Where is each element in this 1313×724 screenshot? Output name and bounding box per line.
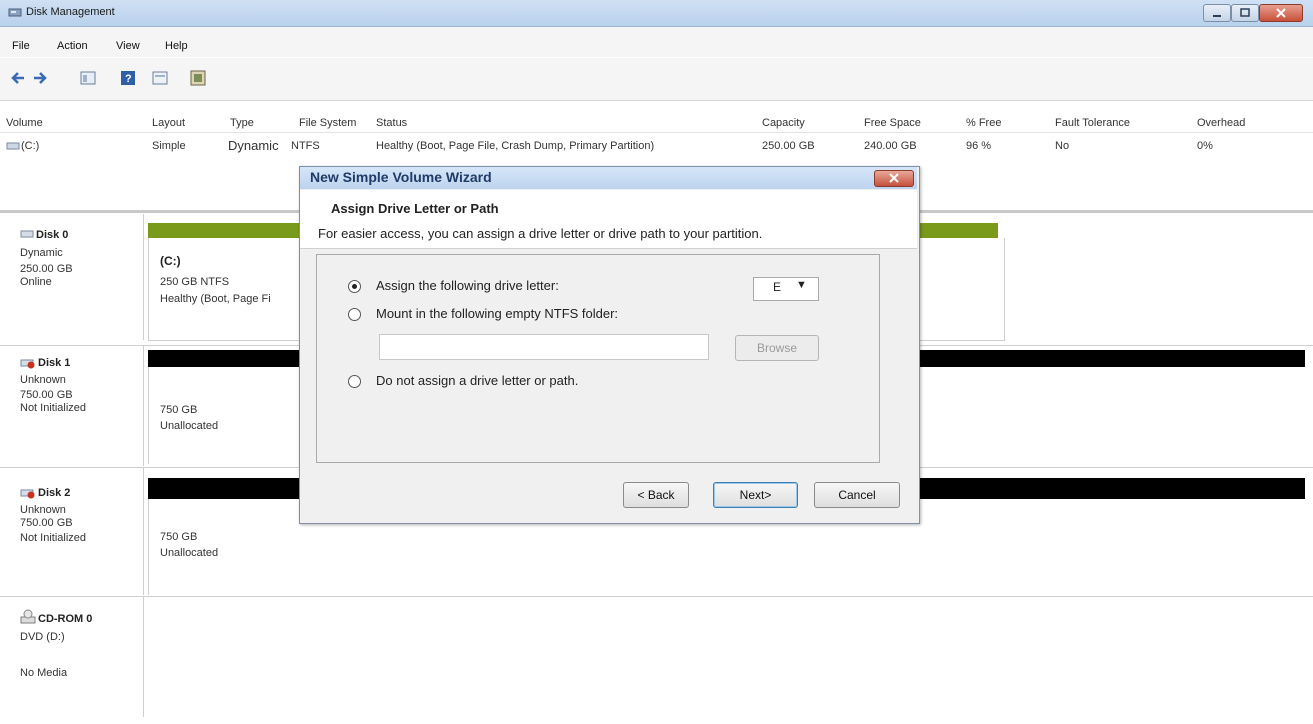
col-fault-tolerance[interactable]: Fault Tolerance [1055,117,1130,129]
row-fault-tolerance: No [1055,140,1070,152]
disk-0-partition-fs: 250 GB NTFS [160,276,230,288]
help-icon[interactable]: ? [120,70,136,86]
disk-2-size: 750.00 GB [20,517,73,529]
row-divider [0,596,1313,597]
wizard-heading: Assign Drive Letter or Path [331,201,499,216]
disk-1-kind: Unknown [20,374,66,386]
mount-folder-label[interactable]: Mount in the following empty NTFS folder… [376,306,618,321]
minimize-button[interactable] [1203,4,1231,22]
disk-error-icon [20,487,36,499]
wizard-close-button[interactable] [874,170,914,187]
back-arrow-icon[interactable] [10,70,26,86]
cdrom-icon [20,609,36,625]
svg-text:?: ? [125,73,132,85]
maximize-button[interactable] [1231,4,1259,22]
col-overhead[interactable]: Overhead [1197,117,1245,129]
wizard-description: For easier access, you can assign a driv… [318,226,763,241]
next-button[interactable]: Next> [713,482,798,508]
col-capacity[interactable]: Capacity [762,117,805,129]
disk-0-name: Disk 0 [36,229,69,241]
col-file-system[interactable]: File System [299,117,356,129]
close-button[interactable] [1259,4,1303,22]
drive-letter-select[interactable] [753,277,819,301]
disk-1-partition-size: 750 GB [160,404,198,416]
disk-2-kind: Unknown [20,504,66,516]
title-bar [0,0,1313,27]
menu-view[interactable]: View [116,40,140,52]
disk-1-state: Not Initialized [20,402,87,414]
disk-2-partition-status: Unallocated [160,547,219,559]
disk-error-icon [20,357,36,369]
col-type[interactable]: Type [230,117,254,129]
header-divider [0,132,1313,133]
cdrom-0-state: No Media [20,667,68,679]
disk-2-state: Not Initialized [20,532,87,544]
disk-0-partition-title: (C:) [160,254,181,268]
cdrom-0-name: CD-ROM 0 [38,613,93,625]
row-volume[interactable]: (C:) [21,140,39,152]
no-letter-label[interactable]: Do not assign a drive letter or path. [376,373,578,388]
row-type: Dynamic [228,138,279,153]
row-capacity: 250.00 GB [762,140,815,152]
disk-1-size: 750.00 GB [20,389,73,401]
assign-letter-radio[interactable] [348,280,361,293]
menu-action[interactable]: Action [57,40,88,52]
dropdown-arrow-icon: ▼ [796,279,807,291]
row-status: Healthy (Boot, Page File, Crash Dump, Pr… [376,140,655,152]
disk-tools-icon[interactable] [190,70,206,86]
browse-button[interactable]: Browse [735,335,819,361]
row-free-space: 240.00 GB [864,140,917,152]
properties-icon[interactable] [152,70,168,86]
row-pct-free: 96 % [966,140,992,152]
drive-letter-value: E [773,280,782,294]
cdrom-0-kind: DVD (D:) [20,631,65,643]
disk-0-size: 250.00 GB [20,263,73,275]
no-letter-radio[interactable] [348,375,361,388]
menu-file[interactable]: File [12,40,30,52]
disk-2-name: Disk 2 [38,487,71,499]
disk-0-kind: Dynamic [20,247,63,259]
col-layout[interactable]: Layout [152,117,185,129]
row-overhead: 0% [1197,140,1213,152]
assign-letter-label[interactable]: Assign the following drive letter: [376,278,559,293]
forward-arrow-icon[interactable] [32,70,48,86]
row-layout: Simple [152,140,186,152]
cancel-button[interactable]: Cancel [814,482,900,508]
menu-help[interactable]: Help [165,40,188,52]
disk-management-icon [8,6,22,18]
volume-drive-icon [6,141,20,151]
mount-folder-radio[interactable] [348,308,361,321]
window-title: Disk Management [26,6,115,18]
col-volume[interactable]: Volume [6,117,43,129]
console-view-icon[interactable] [80,70,96,86]
col-free-space[interactable]: Free Space [864,117,921,129]
menu-bar [0,27,1313,57]
wizard-title: New Simple Volume Wizard [310,169,492,185]
disk-0-partition-status: Healthy (Boot, Page Fi [160,293,271,305]
row-file-system: NTFS [291,140,320,152]
back-button[interactable]: < Back [623,482,689,508]
disk-1-name: Disk 1 [38,357,71,369]
col-status[interactable]: Status [376,117,407,129]
disk-1-partition-status: Unallocated [160,420,219,432]
disk-0-state: Online [20,276,52,288]
disk-2-partition-size: 750 GB [160,531,198,543]
folder-path-input[interactable] [379,334,709,360]
disk-icon [20,229,34,239]
col-pct-free[interactable]: % Free [966,117,1001,129]
